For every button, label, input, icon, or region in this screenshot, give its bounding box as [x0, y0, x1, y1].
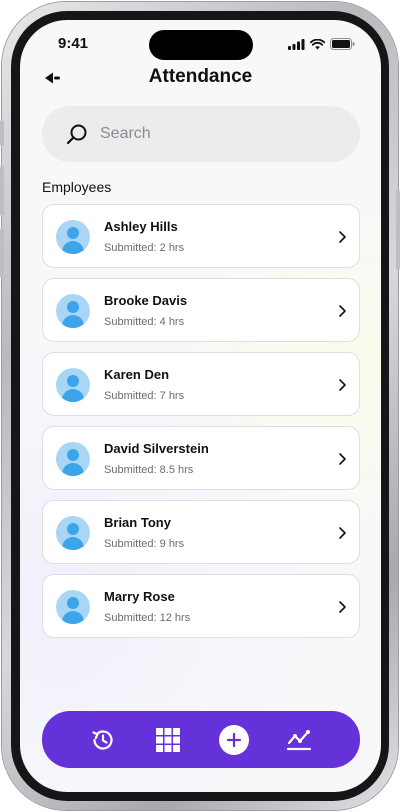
submitted-hours: Submitted: 2 hrs: [104, 242, 185, 254]
submitted-hours: Submitted: 4 hrs: [104, 316, 185, 328]
employee-name: Marry Rose: [104, 589, 175, 604]
submitted-hours: Submitted: 7 hrs: [104, 390, 185, 402]
dynamic-island: [149, 30, 253, 60]
battery-icon: [330, 38, 355, 50]
chevron-right-icon: [339, 527, 346, 539]
nav-add-button[interactable]: [218, 724, 249, 755]
chevron-right-icon: [339, 379, 346, 391]
bottom-nav: [42, 711, 360, 768]
employee-row[interactable]: Ashley Hills Submitted: 2 hrs: [42, 204, 360, 268]
chevron-right-icon: [339, 601, 346, 613]
grid-icon: [156, 727, 181, 752]
employee-row[interactable]: Karen Den Submitted: 7 hrs: [42, 352, 360, 416]
add-button-circle: [218, 724, 249, 755]
chevron-right-icon: [339, 231, 346, 243]
volume-down-button: [0, 228, 4, 278]
nav-analytics-button[interactable]: [284, 725, 314, 755]
employee-name: Brian Tony: [104, 515, 171, 530]
employee-row[interactable]: Marry Rose Submitted: 12 hrs: [42, 574, 360, 638]
chevron-right-icon: [339, 453, 346, 465]
employee-name: Karen Den: [104, 367, 170, 382]
avatar: [56, 516, 90, 550]
nav-history-button[interactable]: [88, 725, 118, 755]
nav-grid-button[interactable]: [153, 725, 183, 755]
avatar: [56, 442, 90, 476]
employee-row[interactable]: David Silverstein Submitted: 8.5 hrs: [42, 426, 360, 490]
section-label: Employees: [42, 179, 112, 195]
volume-up-button: [0, 166, 4, 216]
employee-name: Ashley Hills: [104, 219, 178, 234]
search-bar[interactable]: [42, 106, 360, 162]
page-title: Attendance: [148, 66, 253, 87]
status-icons: [288, 38, 355, 50]
avatar: [56, 590, 90, 624]
signal-icon: [288, 38, 305, 50]
avatar: [56, 220, 90, 254]
employee-list: Ashley Hills Submitted: 2 hrs Brooke Dav…: [42, 204, 360, 648]
avatar: [56, 294, 90, 328]
submitted-hours: Submitted: 12 hrs: [104, 612, 191, 624]
analytics-icon: [287, 729, 312, 750]
employee-name: David Silverstein: [104, 441, 209, 456]
employee-name: Brooke Davis: [104, 293, 188, 308]
search-icon: [66, 124, 87, 145]
wifi-icon: [310, 38, 325, 49]
screen: 9:41 Attendance Emp: [20, 20, 381, 792]
add-icon: [226, 732, 241, 747]
employee-row[interactable]: Brian Tony Submitted: 9 hrs: [42, 500, 360, 564]
employee-row[interactable]: Brooke Davis Submitted: 4 hrs: [42, 278, 360, 342]
status-time: 9:41: [58, 35, 89, 52]
search-input[interactable]: [100, 125, 330, 143]
power-button: [396, 190, 400, 270]
action-button: [0, 120, 4, 146]
submitted-hours: Submitted: 8.5 hrs: [104, 464, 194, 476]
chevron-right-icon: [339, 305, 346, 317]
avatar: [56, 368, 90, 402]
history-icon: [92, 729, 113, 750]
submitted-hours: Submitted: 9 hrs: [104, 538, 185, 550]
